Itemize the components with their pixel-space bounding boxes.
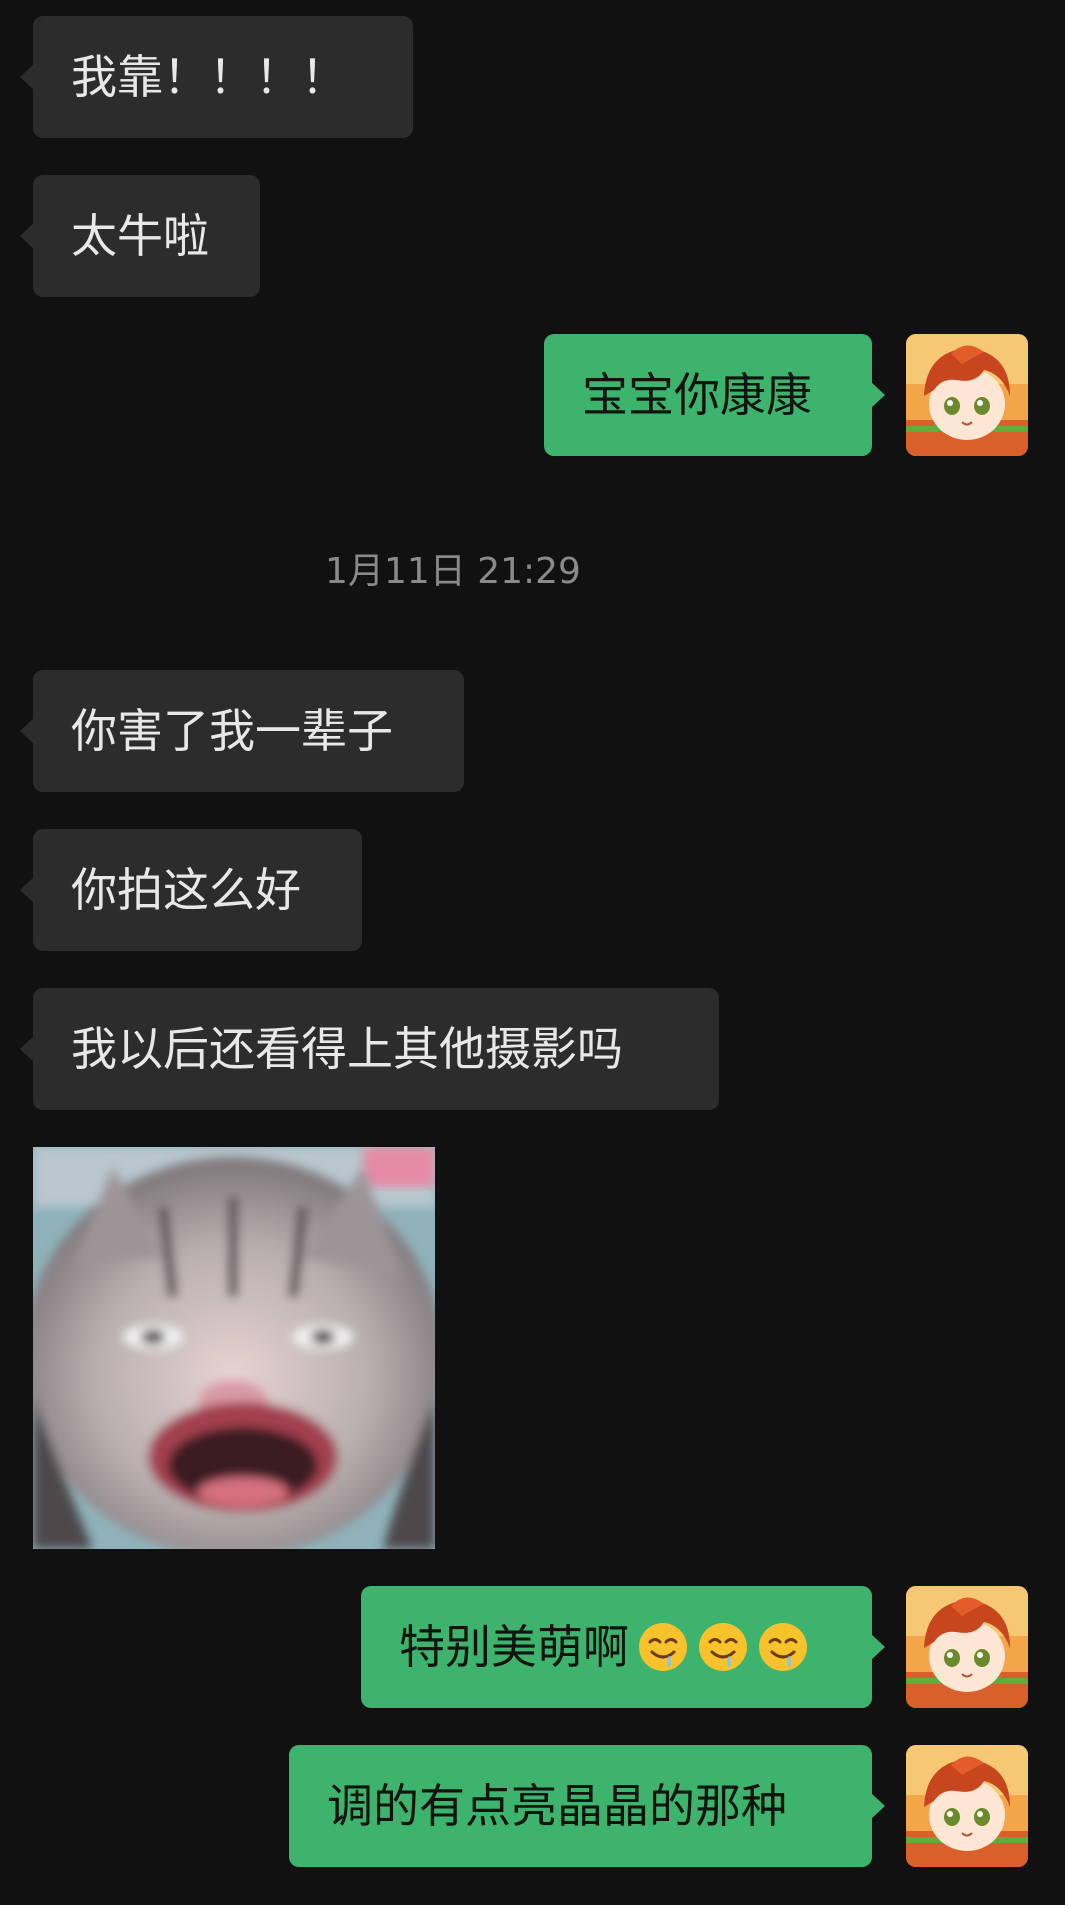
anime-girl-avatar-icon (906, 1745, 1028, 1867)
anime-girl-avatar-icon (906, 334, 1028, 456)
message-bubble-incoming[interactable]: 太牛啦 (20, 175, 260, 297)
cat-sticker-image[interactable] (33, 1147, 435, 1549)
message-bubble-outgoing[interactable]: 特别美萌啊 (361, 1586, 885, 1708)
message-text: 太牛啦 (71, 209, 209, 263)
message-text: 调的有点亮晶晶的那种 (327, 1779, 787, 1833)
anime-girl-avatar-icon (906, 1586, 1028, 1708)
screaming-cat-sticker (33, 1147, 435, 1549)
drooling-face-icon (637, 1621, 689, 1673)
message-bubble-incoming[interactable]: 你拍这么好 (20, 829, 362, 951)
message-text: 你害了我一辈子 (71, 704, 393, 758)
user-avatar[interactable] (906, 1586, 1028, 1708)
message-text: 我靠！！！！ (71, 50, 347, 104)
message-bubble-incoming[interactable]: 我以后还看得上其他摄影吗 (20, 988, 719, 1110)
message-text: 宝宝你康康 (582, 368, 812, 422)
message-bubble-incoming[interactable]: 你害了我一辈子 (20, 670, 464, 792)
user-avatar[interactable] (906, 334, 1028, 456)
user-avatar[interactable] (906, 1745, 1028, 1867)
message-bubble-incoming[interactable]: 我靠！！！！ (20, 16, 413, 138)
message-text: 特别美萌啊 (399, 1620, 629, 1674)
chat-timestamp: 1月11日 21:29 (325, 551, 581, 592)
drooling-face-icon (697, 1621, 749, 1673)
message-text: 你拍这么好 (71, 863, 301, 917)
message-bubble-outgoing[interactable]: 宝宝你康康 (544, 334, 885, 456)
message-text: 我以后还看得上其他摄影吗 (71, 1022, 623, 1076)
message-bubble-outgoing[interactable]: 调的有点亮晶晶的那种 (289, 1745, 885, 1867)
drooling-face-icon (757, 1621, 809, 1673)
